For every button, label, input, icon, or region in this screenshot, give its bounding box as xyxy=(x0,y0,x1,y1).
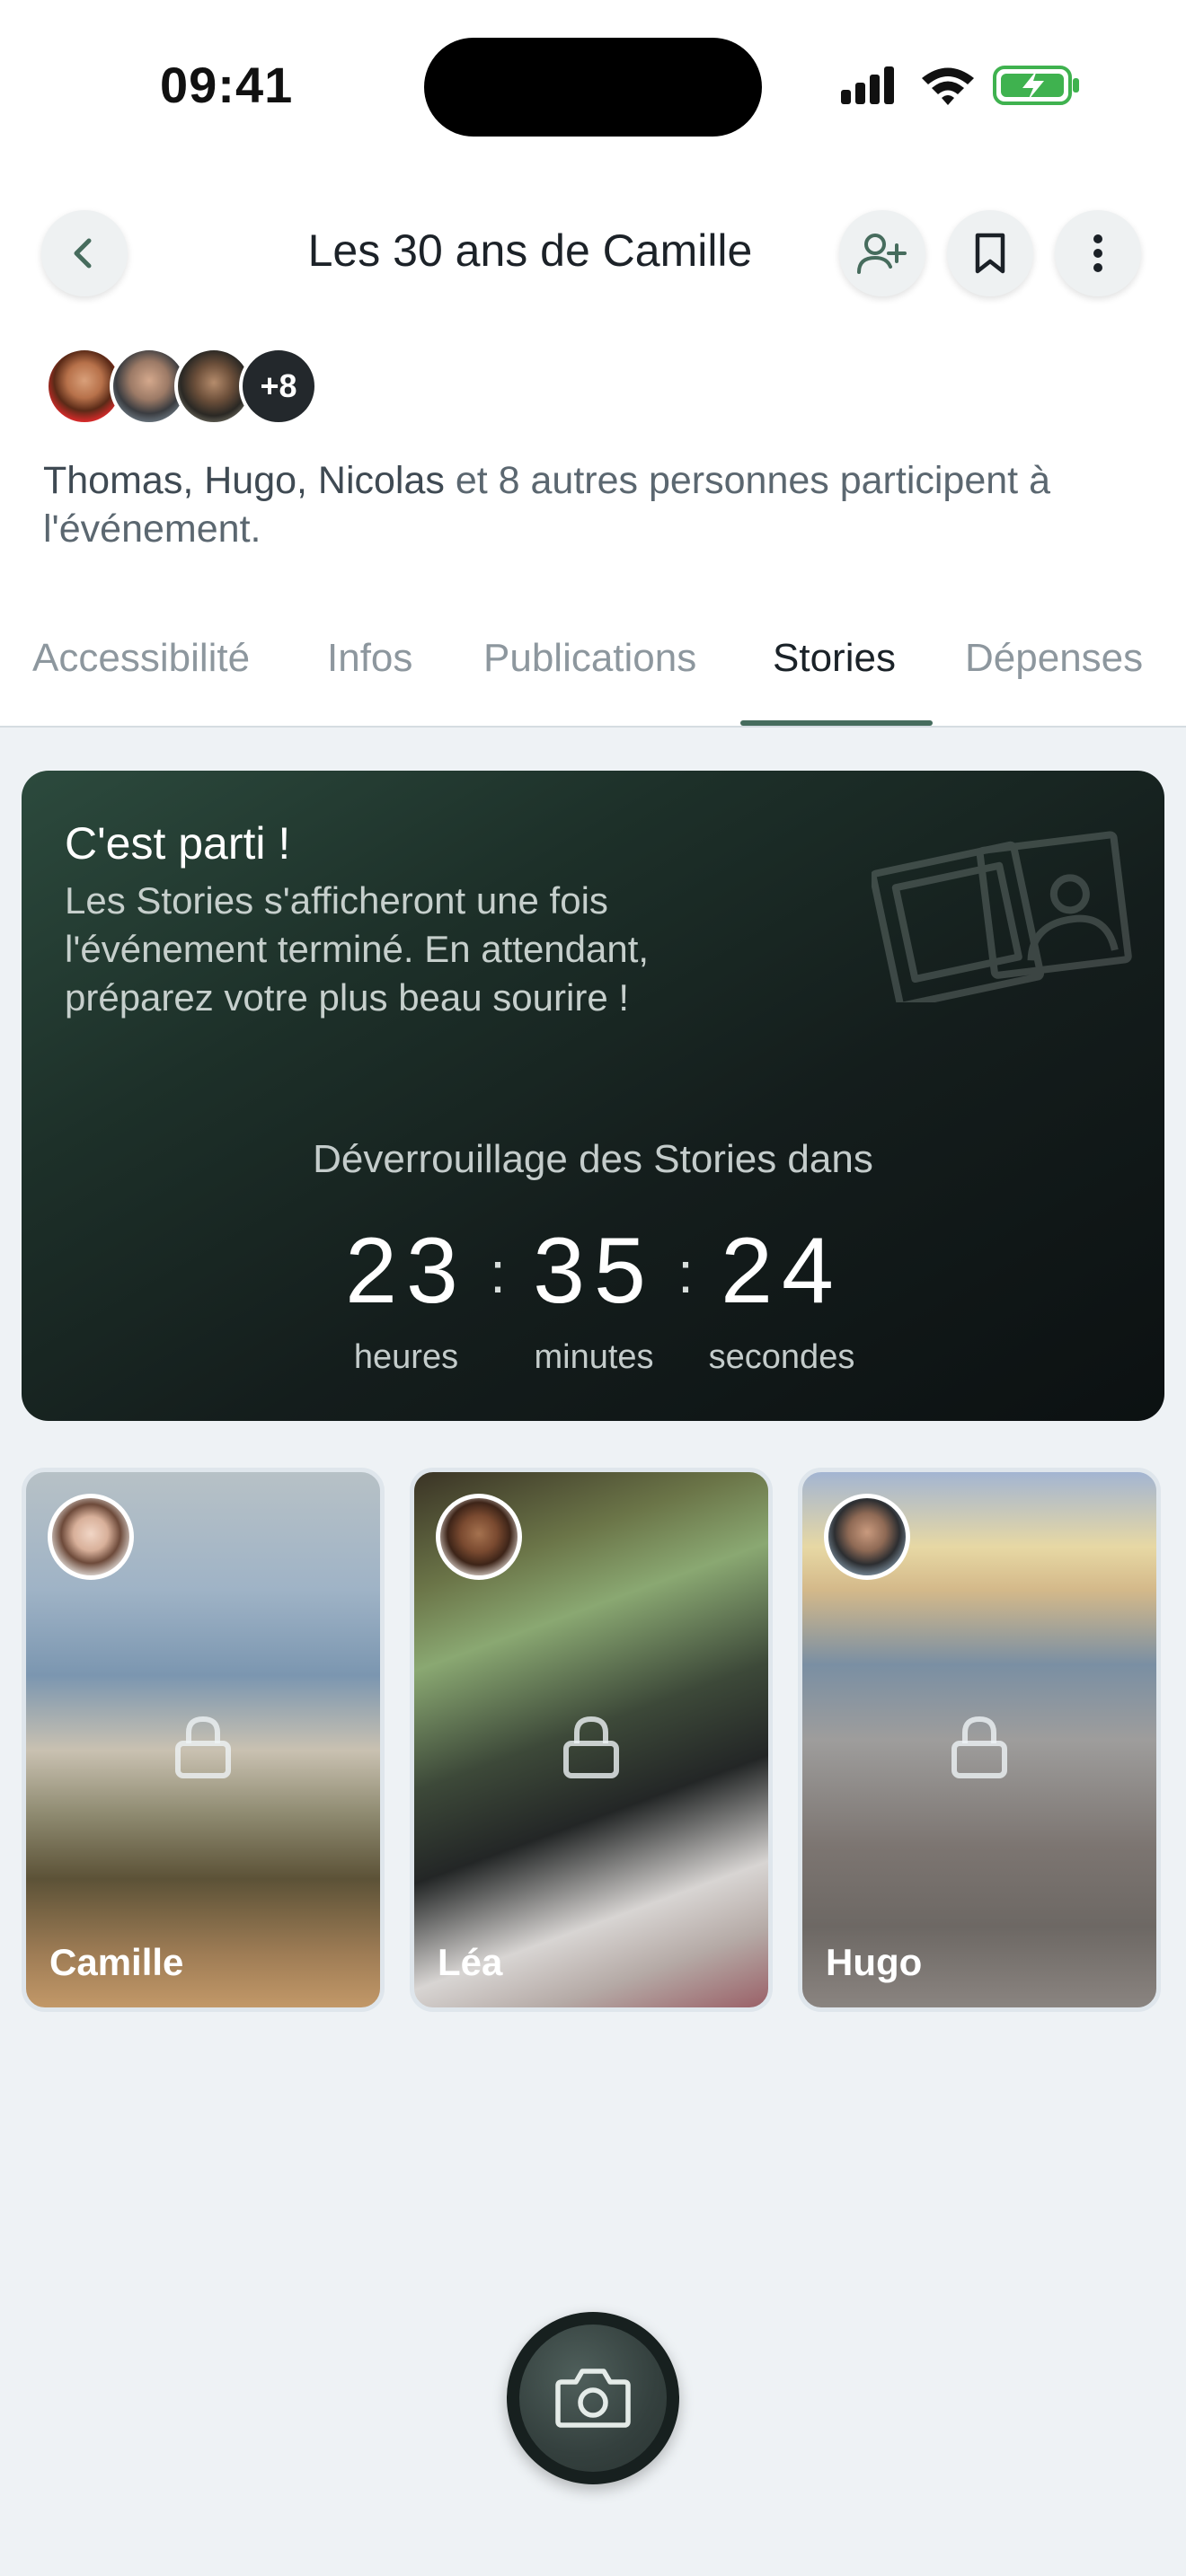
hero-description: Les Stories s'afficheront une fois l'évé… xyxy=(65,879,650,1019)
story-name: Hugo xyxy=(826,1941,923,1983)
minutes-label: minutes xyxy=(534,1338,654,1376)
more-button[interactable] xyxy=(1055,210,1141,296)
page-title: Les 30 ans de Camille xyxy=(307,225,753,276)
avatar xyxy=(436,1494,522,1580)
story-name: Léa xyxy=(438,1941,503,1983)
back-button[interactable] xyxy=(41,210,128,296)
countdown-seconds: 24 xyxy=(721,1219,843,1323)
hours-label: heures xyxy=(353,1338,459,1376)
user-plus-icon xyxy=(857,234,907,274)
tab-infos[interactable]: Infos xyxy=(327,636,412,681)
story-card-hugo[interactable]: Hugo xyxy=(798,1468,1161,2012)
seconds-label: secondes xyxy=(708,1338,855,1376)
lock-icon xyxy=(563,1716,619,1778)
status-time: 09:41 xyxy=(160,57,294,113)
camera-button-inner xyxy=(519,2325,667,2472)
camera-icon xyxy=(555,2369,631,2428)
chevron-left-icon xyxy=(74,238,92,269)
bookmark-button[interactable] xyxy=(947,210,1033,296)
avatar xyxy=(824,1494,910,1580)
camera-button[interactable] xyxy=(507,2312,679,2484)
wifi-icon xyxy=(922,67,974,105)
lock-icon xyxy=(951,1716,1007,1778)
avatar xyxy=(48,1494,134,1580)
participant-avatars[interactable]: +8 xyxy=(45,347,332,428)
participant-names: Thomas, Hugo, Nicolas xyxy=(43,459,445,502)
battery-icon xyxy=(993,66,1079,105)
dynamic-island xyxy=(424,38,762,137)
story-card-lea[interactable]: Léa xyxy=(410,1468,773,2012)
tab-accessibilite[interactable]: Accessibilité xyxy=(32,636,250,681)
photos-icon xyxy=(872,831,1132,1002)
bookmark-icon xyxy=(975,233,1005,274)
tab-bar: Accessibilité Infos Publications Stories… xyxy=(0,629,1186,728)
story-name: Camille xyxy=(49,1941,184,1983)
active-tab-indicator xyxy=(740,720,933,726)
hero-title: C'est parti ! xyxy=(65,818,291,869)
more-vertical-icon xyxy=(1093,234,1102,272)
countdown-hours: 23 xyxy=(345,1219,467,1323)
participants-text: Thomas, Hugo, Nicolas et 8 autres person… xyxy=(43,456,1139,553)
countdown-minutes: 35 xyxy=(533,1219,655,1323)
tab-stories[interactable]: Stories xyxy=(773,636,896,681)
story-card-camille[interactable]: Camille xyxy=(22,1468,385,2012)
stories-countdown-card: C'est parti ! Les Stories s'afficheront … xyxy=(22,771,1164,1421)
invite-button[interactable] xyxy=(839,210,925,296)
lock-icon xyxy=(175,1716,231,1778)
tab-publications[interactable]: Publications xyxy=(483,636,696,681)
signal-icon xyxy=(841,66,894,104)
more-participants-badge: +8 xyxy=(239,347,318,426)
tab-depenses[interactable]: Dépenses xyxy=(965,636,1143,681)
countdown-label: Déverrouillage des Stories dans xyxy=(313,1137,873,1181)
